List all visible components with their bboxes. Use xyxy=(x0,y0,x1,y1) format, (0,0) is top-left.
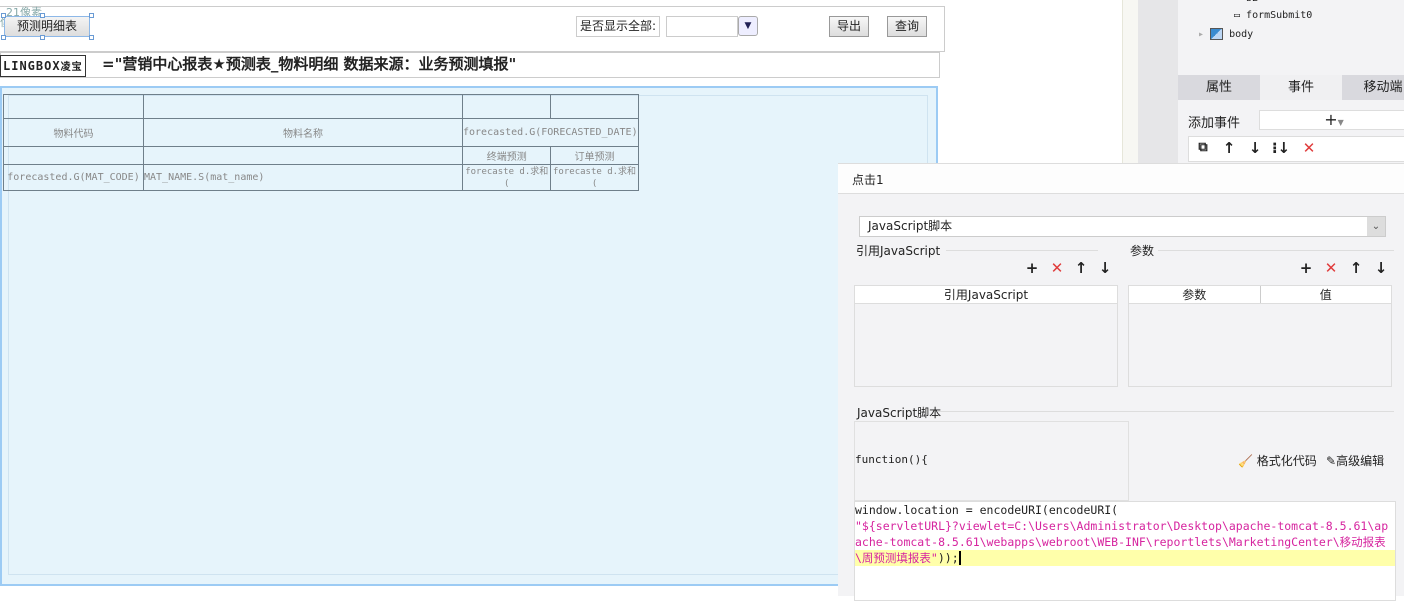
cell-data[interactable]: forecaste d.求和( xyxy=(550,164,639,191)
cell[interactable] xyxy=(3,94,144,119)
chevron-down-icon[interactable]: ⌄ xyxy=(1367,217,1385,236)
logo-suffix: 凌宝 xyxy=(60,62,83,73)
arrow-down-icon[interactable]: ↓ xyxy=(1371,259,1391,277)
column-header: 引用JavaScript xyxy=(855,286,1117,304)
tab-events[interactable]: 事件 xyxy=(1260,75,1342,100)
plus-icon: + xyxy=(1324,110,1338,129)
title-formula[interactable]: ="营销中心报表★预测表_物料明细 数据来源：业务预测填报" xyxy=(102,53,516,75)
delete-icon[interactable]: ✕ xyxy=(1321,259,1341,277)
code-line: window.location = encodeURI(encodeURI( xyxy=(855,503,1119,517)
column-header: 参数 xyxy=(1129,286,1261,303)
params-table[interactable]: 参数 值 xyxy=(1128,285,1392,387)
advanced-edit-label: 高级编辑 xyxy=(1336,454,1385,468)
divider xyxy=(946,250,1098,251)
ref-js-table[interactable]: 引用JavaScript xyxy=(854,285,1118,387)
move-to-bottom-icon[interactable]: ⁝↓ xyxy=(1271,139,1291,157)
copy-icon[interactable]: ⧉ xyxy=(1193,140,1213,155)
script-section-label: JavaScript脚本 xyxy=(857,406,942,420)
arrow-down-icon[interactable]: ↓ xyxy=(1095,259,1115,277)
broom-icon: 🧹 xyxy=(1238,454,1253,468)
logo: LINGBOX凌宝 xyxy=(0,55,86,77)
event-type-select[interactable]: JavaScript脚本 ⌄ xyxy=(859,216,1386,237)
text-cursor: ​ xyxy=(958,551,961,565)
function-header: function(){ xyxy=(855,453,928,466)
cell[interactable] xyxy=(3,146,144,165)
export-button[interactable]: 导出 xyxy=(829,16,869,37)
code-end: )); xyxy=(937,551,959,565)
side-gutter xyxy=(1138,0,1178,163)
cell-header[interactable]: 物料名称 xyxy=(143,118,463,147)
resize-handle[interactable] xyxy=(1,35,6,40)
resize-handle[interactable] xyxy=(40,35,45,40)
caret-down-icon: ▼ xyxy=(1337,118,1344,127)
cell[interactable] xyxy=(461,94,552,119)
function-header-box: function(){ xyxy=(854,421,1129,501)
tree-item[interactable]: ▭ b2 xyxy=(1234,0,1258,4)
detail-report-button[interactable]: 预测明细表 xyxy=(4,16,90,37)
resize-handle[interactable] xyxy=(40,13,45,18)
dialog-title: 点击1 xyxy=(838,164,1404,194)
tab-properties[interactable]: 属性 xyxy=(1178,75,1260,100)
body-icon xyxy=(1210,28,1224,40)
delete-icon[interactable]: ✕ xyxy=(1299,139,1319,157)
cell-data[interactable]: MAT_NAME.S(mat_name) xyxy=(143,164,463,191)
delete-icon[interactable]: ✕ xyxy=(1047,259,1067,277)
code-editor[interactable]: window.location = encodeURI(encodeURI( "$… xyxy=(854,501,1396,601)
advanced-edit-button[interactable]: ✎高级编辑 xyxy=(1326,452,1384,469)
resize-handle[interactable] xyxy=(89,35,94,40)
arrow-down-icon[interactable]: ↓ xyxy=(1245,139,1265,157)
report-designer-canvas: 21像素 像素 预测明细表 是否显示全部: ▼ 导出 查询 LINGBOX凌宝 … xyxy=(0,0,946,596)
tree-item-label: b2 xyxy=(1246,0,1258,4)
tree-item-label: formSubmit0 xyxy=(1246,10,1313,21)
format-code-label: 格式化代码 xyxy=(1256,454,1317,468)
params-section-label: 参数 xyxy=(1130,244,1155,258)
tree-item[interactable]: ▭ formSubmit0 xyxy=(1234,10,1312,21)
format-code-button[interactable]: 🧹 格式化代码 xyxy=(1238,452,1317,469)
query-button[interactable]: 查询 xyxy=(887,16,927,37)
resize-handle[interactable] xyxy=(1,13,6,18)
column-header: 值 xyxy=(1319,288,1332,302)
cell-header[interactable]: forecasted.G(FORECASTED_DATE) xyxy=(462,118,639,147)
code-string: "${servletURL}?viewlet=C:\Users\Administ… xyxy=(855,519,1389,565)
show-all-input[interactable] xyxy=(666,16,738,37)
edit-icon: ✎ xyxy=(1326,454,1337,468)
chevron-down-icon: ▼ xyxy=(744,21,752,31)
cell[interactable] xyxy=(143,94,463,119)
cell-data[interactable]: forecaste d.求和( xyxy=(461,164,552,191)
tab-mobile[interactable]: 移动端 xyxy=(1342,75,1404,100)
dropdown-button[interactable]: ▼ xyxy=(738,16,758,36)
event-dialog: 点击1 JavaScript脚本 ⌄ 引用JavaScript 参数 + ✕ ↑ … xyxy=(838,163,1404,601)
add-event-button[interactable]: +▼ xyxy=(1259,110,1404,130)
select-value: JavaScript脚本 xyxy=(868,219,953,233)
resize-handle[interactable] xyxy=(89,13,94,18)
event-toolbar: ⧉ ↑ ↓ ⁝↓ ✕ xyxy=(1188,136,1404,162)
tree-item[interactable]: ▸ body xyxy=(1198,28,1253,40)
show-all-label: 是否显示全部: xyxy=(576,16,661,37)
splitter[interactable] xyxy=(1122,0,1138,163)
cell-subheader[interactable]: 终端预测 xyxy=(461,146,552,165)
parameter-bar xyxy=(0,6,945,52)
plus-icon[interactable]: + xyxy=(1296,259,1316,277)
report-grid: 物料代码 物料名称 forecasted.G(FORECASTED_DATE) 终端… xyxy=(3,94,639,191)
cell-data[interactable]: forecasted.G(MAT_CODE) xyxy=(3,164,144,191)
arrow-up-icon[interactable]: ↑ xyxy=(1346,259,1366,277)
ref-js-section-label: 引用JavaScript xyxy=(856,244,941,258)
widget-icon: ▭ xyxy=(1234,0,1246,4)
add-event-label: 添加事件 xyxy=(1188,116,1241,131)
logo-text: LINGBOX xyxy=(3,59,61,73)
arrow-up-icon[interactable]: ↑ xyxy=(1071,259,1091,277)
divider xyxy=(1158,250,1394,251)
plus-icon[interactable]: + xyxy=(1022,259,1042,277)
cell[interactable] xyxy=(550,94,639,119)
right-panel: ▭ b2 ▭ formSubmit0 ▸ body 属性 事件 移动端 添加事件… xyxy=(1178,0,1404,163)
widget-icon: ▭ xyxy=(1234,10,1247,21)
expand-arrow-icon: ▸ xyxy=(1198,29,1211,40)
tree-item-label: body xyxy=(1229,29,1254,40)
divider xyxy=(938,411,1394,412)
arrow-up-icon[interactable]: ↑ xyxy=(1219,139,1239,157)
cell-header[interactable]: 物料代码 xyxy=(3,118,144,147)
cell-subheader[interactable]: 订单预测 xyxy=(550,146,639,165)
code-text: window.location = encodeURI(encodeURI( "$… xyxy=(855,502,1393,566)
cell[interactable] xyxy=(143,146,463,165)
